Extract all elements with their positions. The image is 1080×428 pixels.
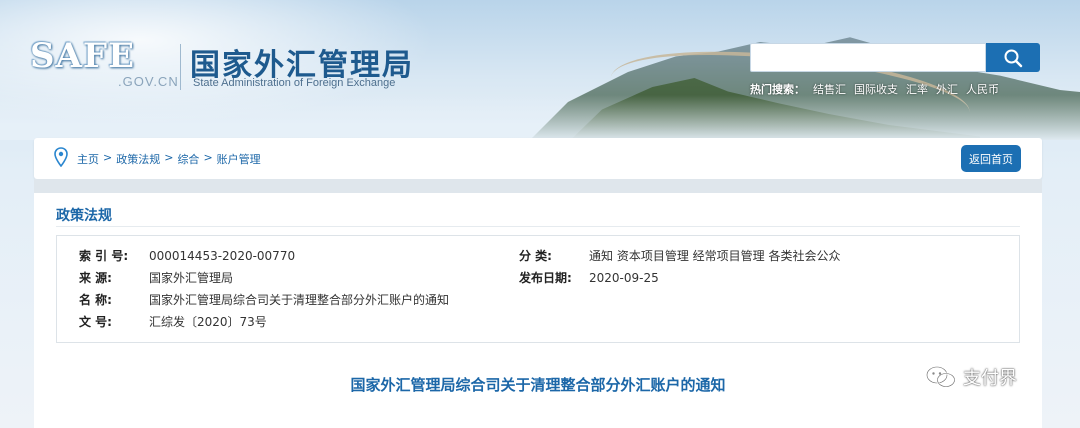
- hot-search: 热门搜索： 结售汇 国际收支 汇率 外汇 人民币: [750, 81, 999, 97]
- meta-source: 来 源: 国家外汇管理局: [79, 269, 233, 286]
- hot-search-term[interactable]: 人民币: [966, 81, 999, 97]
- meta-docno-value: 汇综发〔2020〕73号: [149, 315, 267, 329]
- document-title: 国家外汇管理局综合司关于清理整合部分外汇账户的通知: [350, 376, 726, 394]
- meta-name: 名 称: 国家外汇管理局综合司关于清理整合部分外汇账户的通知: [79, 291, 449, 308]
- meta-index: 索 引 号: 000014453-2020-00770: [79, 247, 295, 264]
- meta-index-value: 000014453-2020-00770: [149, 248, 296, 263]
- breadcrumb-home[interactable]: 主页: [77, 151, 99, 167]
- meta-category-value: 通知 资本项目管理 经常项目管理 各类社会公众: [589, 249, 841, 263]
- hot-search-label: 热门搜索：: [750, 83, 805, 96]
- breadcrumb-bar: 主页 > 政策法规 > 综合 > 账户管理 返回首页: [34, 138, 1042, 179]
- meta-date-value: 2020-09-25: [589, 270, 659, 285]
- meta-name-value: 国家外汇管理局综合司关于清理整合部分外汇账户的通知: [149, 293, 450, 307]
- meta-source-value: 国家外汇管理局: [149, 271, 234, 285]
- search-button[interactable]: [986, 43, 1040, 72]
- main-panel: 政策法规 索 引 号: 000014453-2020-00770 来 源: 国家…: [34, 193, 1042, 428]
- return-home-button[interactable]: 返回首页: [961, 145, 1021, 172]
- breadcrumb-separator: >: [103, 151, 113, 164]
- hot-search-term[interactable]: 结售汇: [813, 81, 846, 97]
- breadcrumb-policy[interactable]: 政策法规: [116, 151, 160, 167]
- wechat-icon: [926, 366, 956, 388]
- breadcrumb-account[interactable]: 账户管理: [217, 151, 261, 167]
- search-icon: [1004, 49, 1023, 67]
- site-name-en: State Administration of Foreign Exchange: [193, 77, 396, 89]
- banner-mist: [0, 95, 1080, 140]
- logo-divider: [180, 44, 181, 90]
- logo-domain: .GOV.CN: [118, 74, 179, 89]
- meta-index-label: 索 引 号:: [79, 249, 129, 263]
- safe-logo[interactable]: SAFE: [30, 36, 135, 76]
- breadcrumb-separator: >: [203, 151, 213, 164]
- header-banner: SAFE .GOV.CN 国家外汇管理局 State Administratio…: [0, 0, 1080, 140]
- breadcrumb: 主页 > 政策法规 > 综合 > 账户管理: [77, 151, 261, 167]
- breadcrumb-shadow: [34, 179, 1042, 193]
- hot-search-term[interactable]: 外汇: [936, 81, 958, 97]
- watermark: 支付界: [925, 364, 1017, 390]
- section-title: 政策法规: [56, 208, 112, 224]
- document-meta-box: 索 引 号: 000014453-2020-00770 来 源: 国家外汇管理局…: [56, 235, 1020, 343]
- meta-date: 发布日期: 2020-09-25: [519, 269, 659, 286]
- meta-category: 分 类: 通知 资本项目管理 经常项目管理 各类社会公众: [519, 247, 840, 264]
- meta-category-label: 分 类:: [519, 249, 552, 263]
- breadcrumb-general[interactable]: 综合: [177, 151, 199, 167]
- meta-docno-label: 文 号:: [79, 315, 112, 329]
- meta-date-label: 发布日期:: [519, 271, 572, 285]
- breadcrumb-separator: >: [164, 151, 174, 164]
- title-divider: [56, 226, 1020, 227]
- search-input[interactable]: [750, 43, 986, 72]
- meta-name-label: 名 称:: [79, 293, 112, 307]
- location-pin-icon: [54, 147, 68, 167]
- hot-search-term[interactable]: 汇率: [906, 81, 928, 97]
- meta-source-label: 来 源:: [79, 271, 112, 285]
- meta-docno: 文 号: 汇综发〔2020〕73号: [79, 313, 267, 330]
- hot-search-term[interactable]: 国际收支: [854, 81, 898, 97]
- watermark-text: 支付界: [963, 368, 1017, 389]
